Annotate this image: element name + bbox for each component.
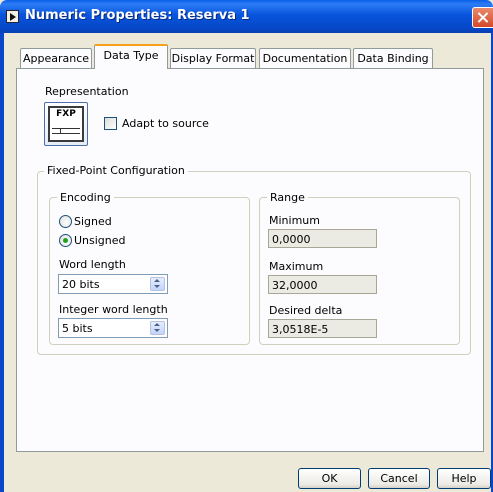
fixed-point-icon: FXP xyxy=(48,106,84,142)
unsigned-label: Unsigned xyxy=(74,234,126,247)
maximum-label: Maximum xyxy=(269,260,324,273)
desired-delta-label: Desired delta xyxy=(269,304,343,317)
desired-delta-value: 3,0518E-5 xyxy=(272,323,329,336)
integer-word-length-value: 5 bits xyxy=(62,322,93,335)
word-length-input[interactable]: 20 bits xyxy=(58,274,168,294)
representation-label: Representation xyxy=(45,85,129,98)
encoding-title: Encoding xyxy=(57,191,114,204)
integer-word-length-input[interactable]: 5 bits xyxy=(58,318,168,338)
minimum-field: 0,0000 xyxy=(268,229,377,248)
word-length-value: 20 bits xyxy=(62,278,100,291)
fixed-point-config-title: Fixed-Point Configuration xyxy=(44,164,188,177)
dialog-window: Numeric Properties: Reserva 1 Appearance… xyxy=(0,0,493,492)
fxp-icon-text: FXP xyxy=(56,109,76,119)
range-title: Range xyxy=(267,191,308,204)
integer-word-length-spinner-icon[interactable] xyxy=(150,321,165,335)
word-length-spinner-icon[interactable] xyxy=(150,277,165,291)
maximum-field: 32,0000 xyxy=(268,275,377,294)
word-length-label: Word length xyxy=(59,258,126,271)
representation-selector[interactable]: FXP xyxy=(44,102,88,146)
unsigned-radio[interactable] xyxy=(59,234,72,247)
adapt-to-source-label: Adapt to source xyxy=(122,117,209,130)
maximum-value: 32,0000 xyxy=(272,279,318,292)
adapt-to-source-checkbox[interactable] xyxy=(104,117,117,130)
fxp-icon-bar xyxy=(52,128,80,134)
minimum-value: 0,0000 xyxy=(272,233,311,246)
panel-content: Representation FXP Adapt to source Fixed… xyxy=(0,0,493,492)
desired-delta-field: 3,0518E-5 xyxy=(268,319,377,338)
signed-label: Signed xyxy=(74,215,112,228)
minimum-label: Minimum xyxy=(269,214,320,227)
integer-word-length-label: Integer word length xyxy=(59,303,168,316)
signed-radio[interactable] xyxy=(59,215,72,228)
